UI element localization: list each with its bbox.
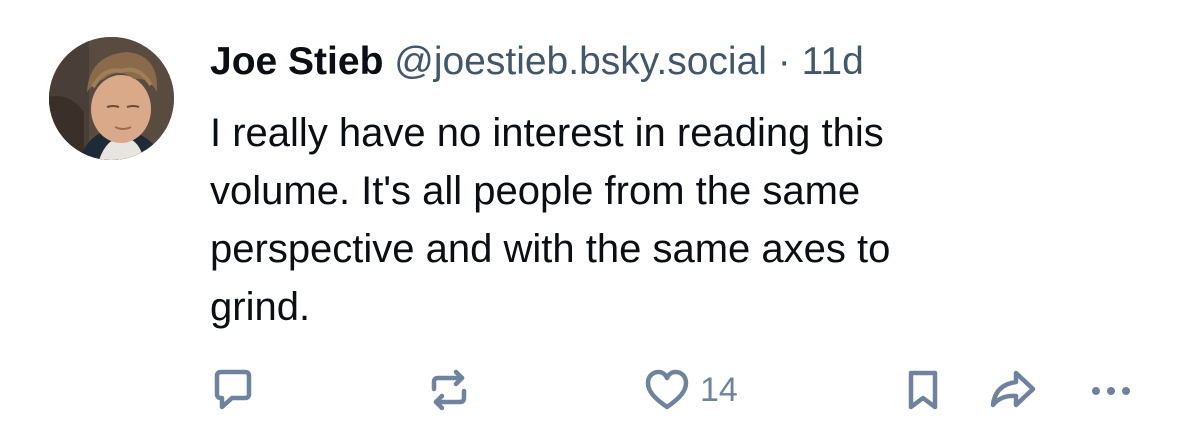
repost-button[interactable] xyxy=(424,360,474,420)
post-card[interactable]: Joe Stieb @joestieb.bsky.social · 11d I … xyxy=(0,0,1200,443)
header-separator: · xyxy=(777,40,791,83)
author-display-name[interactable]: Joe Stieb xyxy=(210,40,383,83)
reply-button[interactable] xyxy=(208,360,258,420)
like-button[interactable]: 14 xyxy=(642,360,738,420)
like-count: 14 xyxy=(700,370,738,409)
post-text-line: perspective and with the same axes to xyxy=(210,227,891,271)
share-icon xyxy=(990,370,1036,408)
post-actions: 14 xyxy=(0,360,1200,420)
post-header: Joe Stieb @joestieb.bsky.social · 11d xyxy=(210,38,864,86)
author-handle[interactable]: @joestieb.bsky.social xyxy=(394,40,767,83)
more-options-button[interactable] xyxy=(1088,360,1136,420)
bookmark-icon xyxy=(908,370,938,410)
reply-icon xyxy=(214,369,252,410)
post-text-line: grind. xyxy=(210,285,311,329)
post-text: I really have no interest in reading thi… xyxy=(210,104,1110,336)
share-button[interactable] xyxy=(986,360,1040,420)
more-icon xyxy=(1092,387,1130,395)
avatar-image xyxy=(49,37,174,160)
post-text-line: I really have no interest in reading thi… xyxy=(210,111,884,155)
post-text-line: volume. It's all people from the same xyxy=(210,169,861,213)
heart-icon xyxy=(645,369,689,410)
repost-icon xyxy=(431,369,467,411)
bookmark-button[interactable] xyxy=(898,360,948,420)
post-timestamp[interactable]: 11d xyxy=(802,40,864,83)
avatar[interactable] xyxy=(49,37,174,160)
